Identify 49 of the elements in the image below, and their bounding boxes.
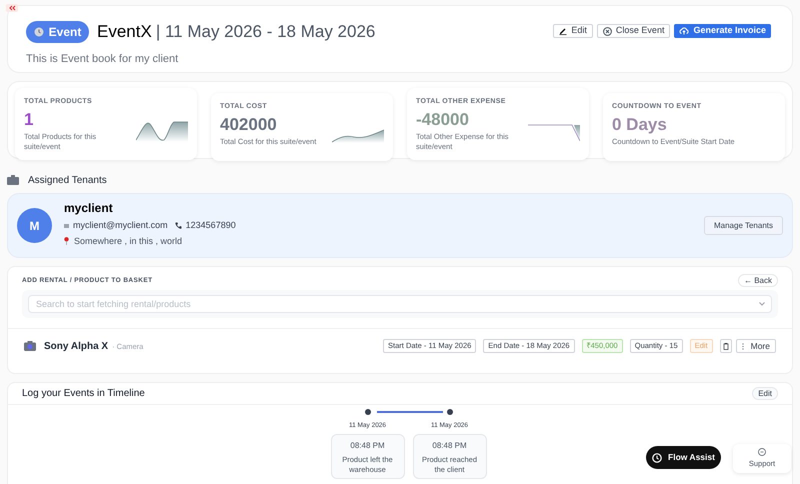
search-field[interactable]: Search to start fetching rental/products <box>28 295 772 313</box>
chevron-down-icon <box>759 302 765 306</box>
manage-tenants-button[interactable]: Manage Tenants <box>704 216 783 235</box>
more-vertical-icon <box>742 342 744 350</box>
tenant-email: myclient@myclient.com <box>73 219 168 232</box>
section-title: Assigned Tenants <box>28 174 107 188</box>
sparkline <box>528 124 580 142</box>
stat-value: 0 Days <box>612 114 668 134</box>
timeline-dot-icon <box>446 409 452 415</box>
more-button[interactable]: More <box>736 339 776 353</box>
event-badge: Event <box>26 20 89 43</box>
edit-button[interactable]: Edit <box>553 24 593 38</box>
sparkline <box>136 120 188 142</box>
tenant-name: myclient <box>64 200 114 217</box>
event-description: This is Event book for my client <box>26 52 180 66</box>
event-time: 08:48 PM <box>350 440 385 452</box>
close-circle-icon <box>602 26 612 36</box>
trash-button[interactable] <box>720 339 732 353</box>
generate-invoice-button[interactable]: Generate Invoice <box>674 24 771 38</box>
camera-icon <box>24 341 36 351</box>
sparkline <box>332 128 384 142</box>
edit-button[interactable]: Edit <box>752 387 778 400</box>
tenant-address: Somewhere , in this , world <box>74 234 182 248</box>
clock-icon <box>34 26 44 37</box>
stat-value: -48000 <box>416 110 470 130</box>
tenant-phone: 1234567890 <box>186 219 236 232</box>
pencil-icon <box>559 27 568 35</box>
stat-value: 402000 <box>220 114 278 134</box>
clock-icon <box>652 452 662 462</box>
connector-line <box>376 411 442 413</box>
close-event-button[interactable]: Close Event <box>596 24 670 38</box>
phone-icon <box>174 222 182 230</box>
event-dates: | 11 May 2026 - 18 May 2026 <box>156 21 376 43</box>
chat-icon <box>758 448 766 456</box>
double-chevron-icon <box>6 4 18 12</box>
timeline-title: Log your Events in Timeline <box>22 387 145 401</box>
event-title: EventX <box>97 21 152 43</box>
timeline-dot-icon <box>364 409 370 415</box>
product-name: Sony Alpha X <box>44 340 108 354</box>
mail-icon <box>64 224 69 228</box>
trash-icon <box>722 342 729 350</box>
briefcase-icon <box>7 175 19 185</box>
event-time: 08:48 PM <box>432 440 467 452</box>
cloud-upload-icon <box>679 27 690 35</box>
avatar: M <box>17 208 52 243</box>
back-button[interactable]: ← Back <box>738 274 778 287</box>
flow-assist-button[interactable]: Flow Assist <box>646 446 721 469</box>
pin-icon <box>64 237 69 246</box>
stat-value: 1 <box>24 110 34 130</box>
